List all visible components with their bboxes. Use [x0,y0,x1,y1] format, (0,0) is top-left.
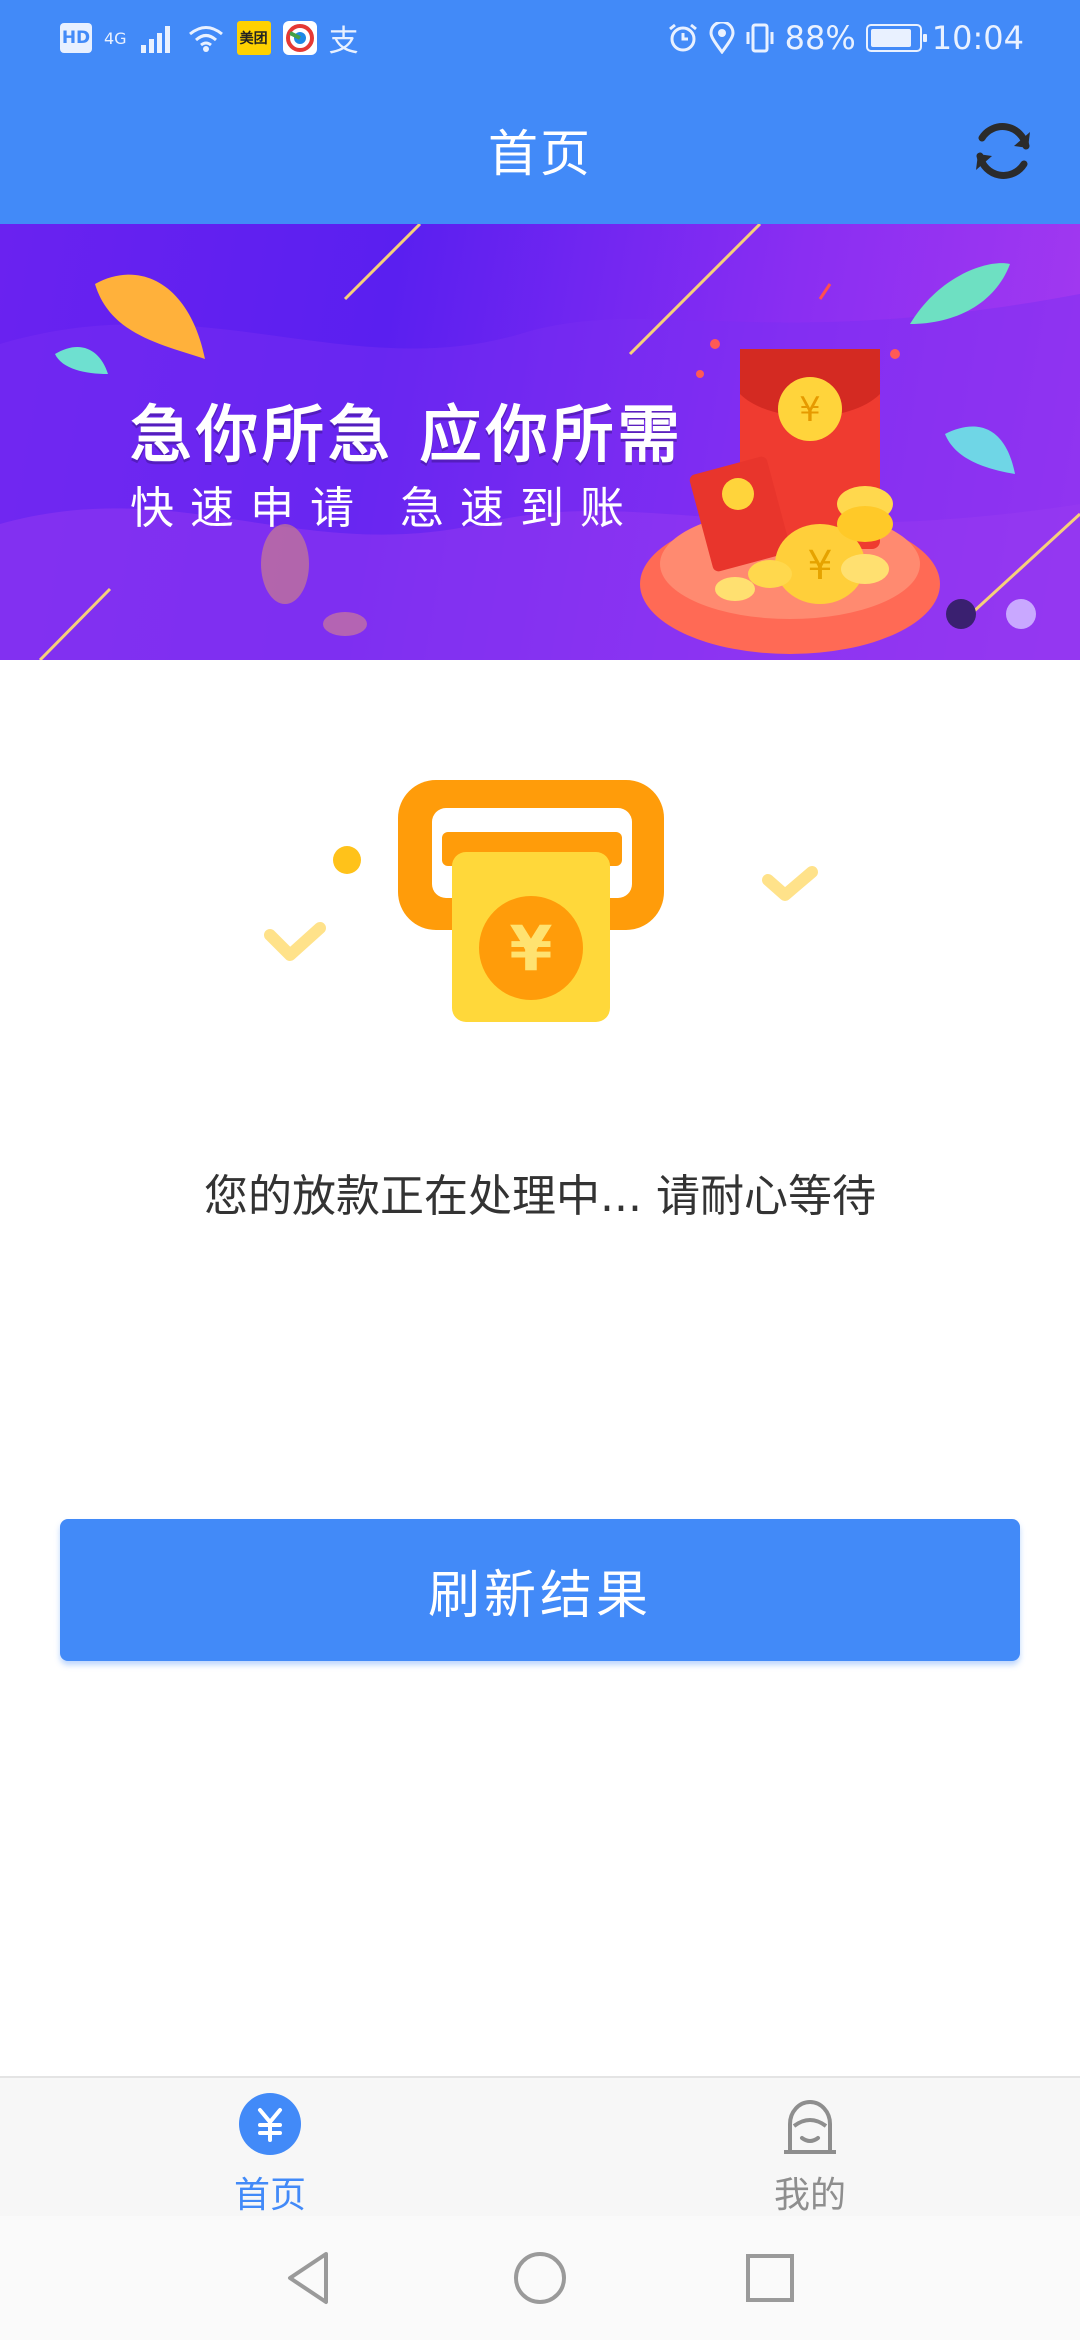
hd-badge: HD [60,23,92,53]
meituan-app-icon: 美团 [236,21,271,55]
back-icon[interactable] [280,2248,340,2308]
alarm-icon [668,23,697,52]
yen-coin-icon [239,2093,301,2155]
browser-app-icon [282,21,317,55]
refresh-icon[interactable] [968,116,1038,186]
system-nav-bar [0,2216,1080,2340]
bottom-tab-bar: 首页 我的 [0,2076,1080,2216]
refresh-result-button[interactable]: 刷新结果 [60,1519,1020,1661]
tab-home-label: 首页 [233,2175,306,2216]
banner-subline: 快速申请 急速到账 [130,483,640,534]
carousel-dot-1[interactable] [946,599,976,629]
banner-headline: 急你所急 应你所需 [130,398,684,471]
status-left: HD 4G 美团 支 [60,16,359,60]
promo-banner[interactable]: ¥ ¥ 急你所急 应你所需 快速申请 急速到账 [0,224,1080,660]
payout-processing-illustration: ¥ [264,780,818,1022]
signal-icon [140,26,170,53]
clock: 10:04 [931,19,1024,57]
user-icon [784,2100,836,2154]
location-icon [709,22,735,54]
home-icon[interactable] [510,2248,570,2308]
status-right: 88% 10:04 [667,16,1024,60]
app-header: 首页 [0,76,1080,224]
recent-apps-icon[interactable] [740,2248,800,2308]
battery-percent: 88% [784,19,856,57]
alipay-icon: 支 [328,24,359,59]
svg-text:¥: ¥ [509,912,552,985]
carousel-dot-2[interactable] [1006,599,1036,629]
tab-mine[interactable]: 我的 [710,2092,910,2216]
page-title: 首页 [488,125,592,183]
tab-home[interactable]: 首页 [170,2092,370,2216]
svg-text:¥: ¥ [799,390,821,430]
processing-status-message: 您的放款正在处理中... 请耐心等待 [204,1171,876,1222]
svg-text:¥: ¥ [807,543,832,589]
tab-mine-label: 我的 [773,2175,846,2216]
status-bar: HD 4G 美团 支 88% 10:04 [0,0,1080,76]
network-type: 4G [104,28,127,48]
wifi-icon [188,26,223,52]
vibrate-icon [746,23,774,53]
battery-icon [865,24,927,52]
carousel-indicator [946,599,1036,629]
